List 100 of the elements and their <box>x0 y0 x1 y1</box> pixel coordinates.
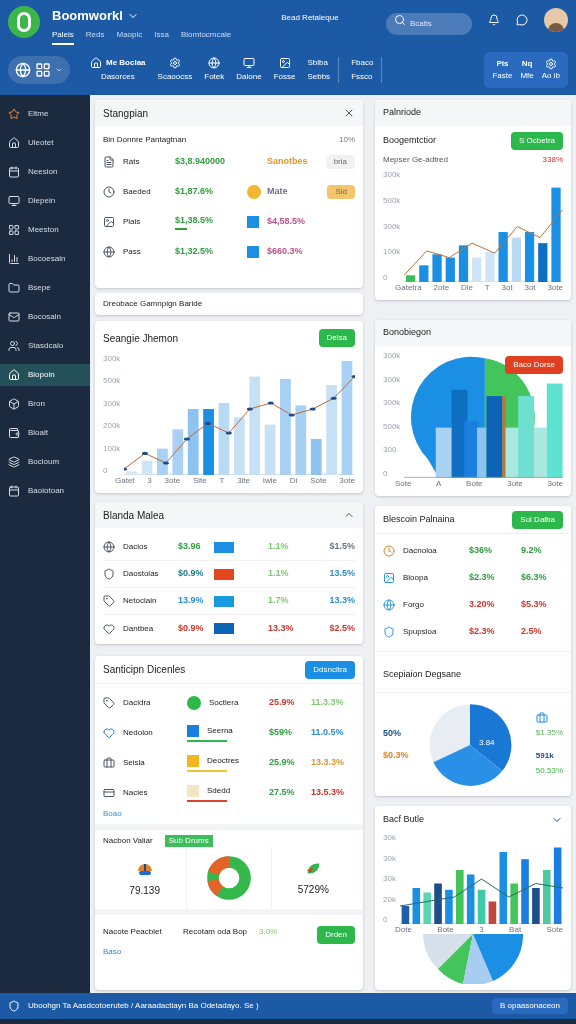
toolbar-link[interactable]: Sebbs <box>307 71 331 83</box>
sidebar-item[interactable]: Bocioum <box>0 451 90 473</box>
sidebar-item[interactable]: Stasdcalo <box>0 335 90 357</box>
bell-icon[interactable] <box>488 14 500 26</box>
pie-value: 3.84 <box>479 736 495 749</box>
sidebar-item[interactable]: Dlepein <box>0 190 90 212</box>
axis-tick: 0 <box>383 916 389 924</box>
close-icon[interactable] <box>343 107 355 119</box>
heart-icon <box>103 727 115 739</box>
action-button[interactable]: Baco Dorse <box>505 356 563 374</box>
chat-icon[interactable] <box>516 14 528 26</box>
row-label: Spupsloa <box>403 625 438 638</box>
sidebar-item[interactable]: Bocosaln <box>0 306 90 328</box>
toolbar-button[interactable]: Me Boclaa Dasorces <box>90 57 146 83</box>
card-title: Blanda Malea <box>103 508 165 523</box>
shield-icon <box>8 1000 20 1012</box>
nav-tab[interactable]: Biomtocmcale <box>180 28 232 45</box>
row-label: Forgo <box>403 598 425 611</box>
panel-button[interactable]: Ao ib <box>541 58 560 82</box>
row-label: Seisla <box>123 757 146 769</box>
pie-label: 50% <box>383 727 402 740</box>
search-field[interactable]: Bcatis <box>386 12 472 35</box>
row-value: $2.3% <box>469 570 496 584</box>
axis-tick: 300k <box>383 399 401 408</box>
axis-tick: 0 <box>383 274 389 282</box>
sidebar-item[interactable]: Meeston <box>0 219 90 241</box>
chart-bar <box>423 892 431 924</box>
sidebar-item[interactable]: Biopoin <box>0 364 90 386</box>
sidebar-item[interactable]: Bsepe <box>0 277 90 299</box>
change-value: $6.3% <box>521 570 547 584</box>
avatar[interactable] <box>544 8 568 32</box>
toolbar-button[interactable]: Fotek <box>204 57 225 83</box>
axis-tick: 200k <box>103 422 121 431</box>
axis-label: Gatet <box>115 477 135 485</box>
axis-label: 3ote <box>507 480 523 488</box>
layers-icon <box>8 456 20 468</box>
more-link[interactable]: Baso <box>103 946 355 958</box>
sidebar-item[interactable]: Bioalt <box>0 422 90 444</box>
sidebar-item[interactable]: Neesion <box>0 161 90 183</box>
axis-label: Sote <box>546 926 563 934</box>
card-title: Bonobiegon <box>383 326 432 340</box>
axis-tick: 300k <box>103 399 121 408</box>
toolbar-link[interactable]: Fbaco <box>351 57 374 69</box>
section-text: Recotam oda Bop <box>183 926 249 938</box>
tag-icon <box>103 697 115 709</box>
axis-label: T <box>484 284 490 292</box>
row-note: Sanotbes <box>267 155 308 169</box>
sidebar-item[interactable]: Baoiotoan <box>0 480 90 502</box>
row-value: $0.9% <box>178 621 205 635</box>
chart-bar <box>142 460 153 475</box>
axis-tick: 100k <box>383 248 401 257</box>
chart-bar <box>412 888 420 924</box>
row-value: 3.20% <box>469 597 496 611</box>
row-label: Nacies <box>123 787 149 799</box>
change-value: 9.2% <box>521 543 542 557</box>
row-label: Rats <box>123 156 141 168</box>
status-pill: B opaasonaceon <box>491 998 568 1014</box>
chart-bar <box>234 417 246 475</box>
axis-label: Bote <box>437 926 454 934</box>
axis-label: Site <box>192 477 207 485</box>
image-icon <box>383 571 395 584</box>
sidebar-item[interactable]: Eltme <box>0 103 90 125</box>
pie-slice <box>438 934 473 984</box>
data-point <box>142 451 149 455</box>
card-icon <box>103 787 115 799</box>
status-tag: Sub Drums <box>164 835 213 847</box>
panel-button[interactable]: Pls Faste <box>492 58 513 82</box>
toolbar-button[interactable]: Scaoocss <box>157 57 193 83</box>
box-icon <box>8 398 20 410</box>
home-icon <box>8 369 20 381</box>
row-label: Bloopa <box>403 571 429 584</box>
mail-icon <box>8 311 20 323</box>
data-point <box>226 431 233 435</box>
sidebar-item[interactable]: Bocoesain <box>0 248 90 270</box>
toolbar-button[interactable]: Dalone <box>236 57 262 83</box>
sidebar-item[interactable]: Bron <box>0 393 90 415</box>
toolbar-button[interactable]: Fosse <box>273 57 296 83</box>
view-menu-button[interactable] <box>8 56 70 84</box>
sidebar-item[interactable]: Uleotet <box>0 132 90 154</box>
app-title: Boomworkl <box>52 7 123 25</box>
chart-bar <box>538 243 548 282</box>
panel-button[interactable]: Nq Mfe <box>520 58 534 82</box>
axis-tick: 30k <box>383 875 396 883</box>
action-button[interactable]: Ddsncltra <box>305 660 355 679</box>
home-icon <box>8 137 20 149</box>
total-value: 13.5% <box>329 567 355 581</box>
nav-tab[interactable]: Reds <box>85 28 105 45</box>
data-point <box>124 467 128 471</box>
nav-tab[interactable]: Paleis <box>52 28 74 45</box>
axis-tick: 300 <box>383 446 398 455</box>
row-label: Baeded <box>123 186 152 198</box>
share-value: 25.9% <box>269 696 296 710</box>
toolbar-link[interactable]: Fssco <box>351 71 374 83</box>
nav-tab[interactable]: Maopic <box>116 28 143 45</box>
chart-bar <box>525 232 535 282</box>
axis-tick: 20k <box>383 895 396 904</box>
toolbar-link[interactable]: Sbiba <box>307 57 331 69</box>
nav-tab[interactable]: Issa <box>154 28 169 45</box>
segment-name: Deoctres <box>207 754 239 767</box>
more-link[interactable]: Boao <box>103 808 355 820</box>
